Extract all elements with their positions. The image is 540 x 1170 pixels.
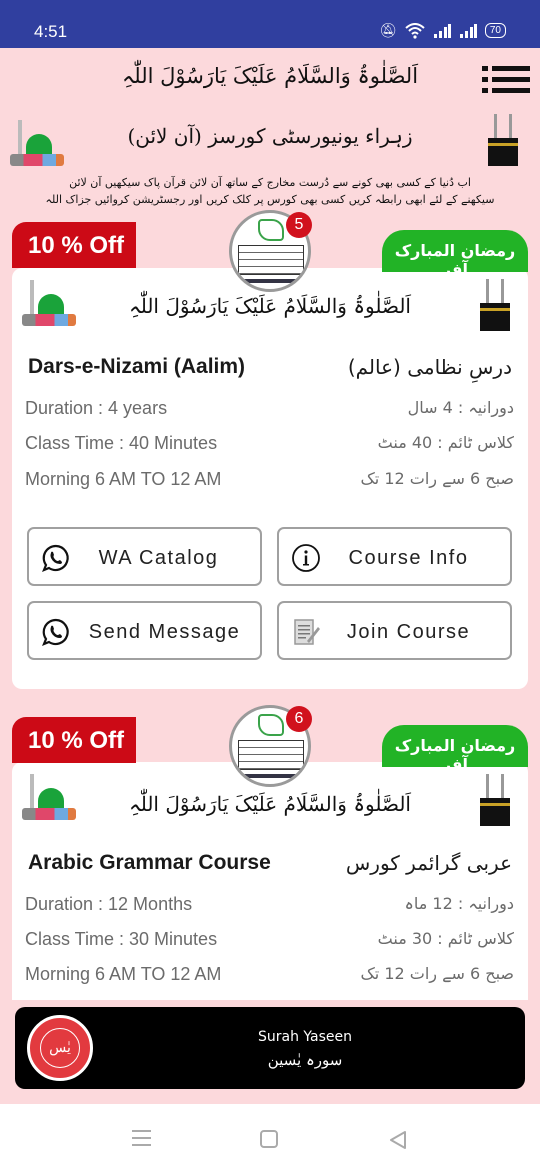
class-time-en: Class Time : 40 Minutes — [25, 433, 218, 453]
surah-title-ur: سورہ یٰسین — [267, 1051, 343, 1069]
count-badge: 6 — [286, 706, 312, 732]
duration-en: Duration : 4 years — [25, 398, 168, 418]
join-course-button[interactable]: Join Course — [277, 601, 512, 660]
count-badge: 5 — [286, 212, 312, 238]
signal-icon — [459, 23, 477, 38]
duration-ur: دورانیہ : 4 سال — [407, 398, 514, 417]
mute-icon: 🔕︎ — [379, 22, 397, 38]
timing-en: Morning 6 AM TO 12 AM — [25, 964, 222, 984]
system-nav-bar — [0, 1104, 540, 1170]
wifi-icon — [405, 22, 425, 39]
university-title: زہراء یونیورسٹی کورسز (آن لائن) — [127, 124, 413, 148]
join-course-label: Join Course — [346, 621, 471, 643]
header-salawat: اَلصَّلٰوۃُ وَالسَّلَامُ عَلَيْکَ يَارَس… — [121, 64, 419, 88]
wa-catalog-label: WA Catalog — [98, 547, 219, 569]
card-salawat: اَلصَّلٰوۃُ وَالسَّلَامُ عَلَيْکَ يَارَس… — [129, 792, 411, 816]
status-icons: 🔕︎ 70 — [379, 22, 506, 39]
battery-icon: 70 — [484, 23, 506, 38]
course-title-ur: درسِ نظامی (عالم) — [347, 355, 512, 379]
back-icon[interactable] — [388, 1130, 408, 1150]
card-salawat: اَلصَّلٰوۃُ وَالسَّلَامُ عَلَيْکَ يَارَس… — [129, 294, 411, 318]
course-title-ur: عربی گرائمر کورس — [345, 851, 512, 875]
course-title-en: Dars-e-Nizami (Aalim) — [28, 355, 246, 378]
class-time-ur: کلاس ٹائم : 30 منٹ — [377, 929, 514, 948]
class-time-ur: کلاس ٹائم : 40 منٹ — [377, 433, 514, 452]
course-info-label: Course Info — [348, 547, 469, 569]
send-message-label: Send Message — [88, 621, 241, 643]
status-bar: 4:51 🔕︎ 70 — [0, 0, 540, 48]
class-time-en: Class Time : 30 Minutes — [25, 929, 218, 949]
timing-ur: صبح 6 سے رات 12 تک — [360, 964, 514, 983]
status-time: 4:51 — [34, 22, 68, 41]
signal-icon — [433, 23, 451, 38]
ramadan-offer-badge: رمضان المبارک آفر — [382, 725, 528, 774]
kaaba-icon — [488, 114, 518, 166]
wa-catalog-button[interactable]: WA Catalog — [27, 527, 262, 586]
discount-badge: 10 % Off — [12, 717, 136, 763]
home-icon[interactable] — [260, 1130, 278, 1148]
surah-logo: یٰس — [27, 1015, 93, 1081]
course-title-en: Arabic Grammar Course — [28, 851, 271, 874]
course-info-button[interactable]: Course Info — [277, 527, 512, 586]
surah-yaseen-banner[interactable]: یٰس Surah Yaseen سورہ یٰسین — [15, 1007, 525, 1089]
menu-button[interactable] — [482, 66, 530, 94]
surah-title-en: Surah Yaseen — [257, 1029, 352, 1045]
timing-ur: صبح 6 سے رات 12 تک — [360, 469, 514, 488]
duration-en: Duration : 12 Months — [25, 894, 193, 914]
duration-ur: دورانیہ : 12 ماہ — [404, 894, 514, 913]
discount-badge: 10 % Off — [12, 222, 136, 268]
recent-apps-icon[interactable] — [132, 1130, 151, 1146]
timing-en: Morning 6 AM TO 12 AM — [25, 469, 222, 489]
header: اَلصَّلٰوۃُ وَالسَّلَامُ عَلَيْکَ يَارَس… — [0, 48, 540, 223]
send-message-button[interactable]: Send Message — [27, 601, 262, 660]
ramadan-offer-badge: رمضان المبارک آفر — [382, 230, 528, 279]
